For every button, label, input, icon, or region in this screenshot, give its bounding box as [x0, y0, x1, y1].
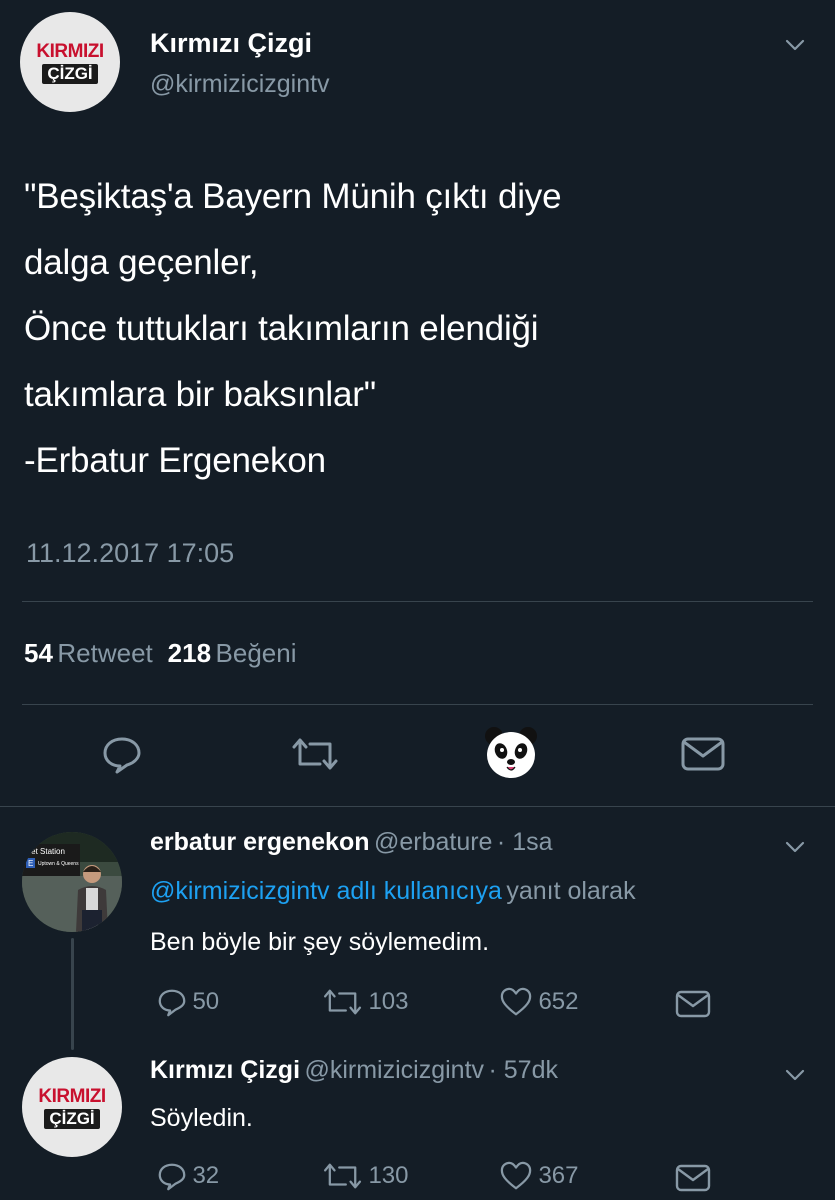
retweet-icon[interactable]: [322, 986, 364, 1018]
reply-header: Kırmızı Çizgi @kirmizicizgintv · 57dk: [150, 1056, 558, 1085]
dm-icon[interactable]: [674, 1162, 712, 1199]
kirmizi-cizgi-logo: KIRMIZI ÇİZGİ: [38, 1086, 106, 1129]
author-name[interactable]: Kırmızı Çizgi: [150, 28, 312, 59]
reply-icon[interactable]: [156, 986, 188, 1018]
retweet-count: 103: [368, 988, 409, 1015]
reply-author-handle[interactable]: @kirmizicizgintv: [304, 1056, 484, 1084]
author-handle[interactable]: @kirmizicizgintv: [150, 70, 330, 99]
panda-sticker: [482, 724, 540, 782]
divider: [22, 601, 813, 602]
reply-header: erbatur ergenekon @erbature · 1sa: [150, 828, 553, 857]
retweet-label[interactable]: Retweet: [57, 638, 152, 668]
retweet-icon[interactable]: [322, 1160, 364, 1192]
replying-to-link[interactable]: @kirmizicizgintv adlı kullanıcıya: [150, 877, 502, 905]
heart-icon[interactable]: [498, 1160, 534, 1192]
retweet-count: 130: [368, 1162, 409, 1189]
avatar[interactable]: KIRMIZI ÇİZGİ: [20, 12, 120, 112]
svg-text:Uptown & Queens: Uptown & Queens: [38, 861, 79, 867]
replying-to-suffix: yanıt olarak: [506, 877, 636, 905]
like-action[interactable]: 652: [498, 986, 579, 1020]
profile-photo: reet Station E Uptown & Queens: [22, 832, 122, 932]
retweet-action[interactable]: 103: [322, 986, 409, 1020]
reply-text: Ben böyle bir şey söylemedim.: [150, 928, 490, 956]
tweet-text: "Beşiktaş'a Bayern Münih çıktı diye dalg…: [24, 164, 814, 494]
reply-author-handle[interactable]: @erbature: [374, 828, 493, 856]
tweet-text-line: -Erbatur Ergenekon: [24, 441, 326, 480]
tweet-text-line: takımlara bir baksınlar": [24, 375, 376, 414]
reply-time[interactable]: · 57dk: [488, 1056, 557, 1084]
chevron-down-icon[interactable]: [782, 32, 808, 58]
reply-icon[interactable]: [100, 732, 144, 776]
like-action[interactable]: 367: [498, 1160, 579, 1194]
svg-text:E: E: [28, 859, 33, 868]
thread-line: [71, 938, 74, 1050]
tweet-text-line: Önce tuttukları takımların elendiği: [24, 309, 539, 348]
tweet-text-line: "Beşiktaş'a Bayern Münih çıktı diye: [24, 177, 562, 216]
like-count: 652: [538, 988, 579, 1015]
avatar[interactable]: reet Station E Uptown & Queens: [22, 832, 122, 932]
reply-author-name[interactable]: Kırmızı Çizgi: [150, 1056, 300, 1084]
heart-icon[interactable]: [498, 986, 534, 1018]
reply-text: Söyledin.: [150, 1104, 253, 1132]
tweet-timestamp[interactable]: 11.12.2017 17:05: [26, 538, 234, 569]
like-count[interactable]: 218: [168, 638, 211, 668]
dm-icon[interactable]: [674, 988, 712, 1025]
retweet-count[interactable]: 54: [24, 638, 53, 668]
divider: [22, 704, 813, 705]
reply-author-name[interactable]: erbatur ergenekon: [150, 828, 370, 856]
like-count: 367: [538, 1162, 579, 1189]
dm-icon[interactable]: [680, 734, 726, 774]
reply-count: 50: [192, 988, 220, 1015]
tweet-stats: 54 Retweet 218 Beğeni: [24, 638, 296, 669]
svg-text:reet Station: reet Station: [24, 847, 65, 856]
like-label[interactable]: Beğeni: [216, 638, 297, 668]
reply-action[interactable]: 32: [156, 1160, 219, 1194]
retweet-icon[interactable]: [290, 734, 340, 774]
replying-to: @kirmizicizgintv adlı kullanıcıya yanıt …: [150, 877, 636, 906]
reply-action[interactable]: 50: [156, 986, 219, 1020]
avatar[interactable]: KIRMIZI ÇİZGİ: [22, 1057, 122, 1157]
divider: [0, 806, 835, 807]
reply-count: 32: [192, 1162, 220, 1189]
reply-time[interactable]: · 1sa: [497, 828, 553, 856]
chevron-down-icon[interactable]: [782, 834, 808, 860]
reply-icon[interactable]: [156, 1160, 188, 1192]
kirmizi-cizgi-logo: KIRMIZI ÇİZGİ: [36, 41, 104, 84]
tweet-text-line: dalga geçenler,: [24, 243, 259, 282]
retweet-action[interactable]: 130: [322, 1160, 409, 1194]
chevron-down-icon[interactable]: [782, 1062, 808, 1088]
